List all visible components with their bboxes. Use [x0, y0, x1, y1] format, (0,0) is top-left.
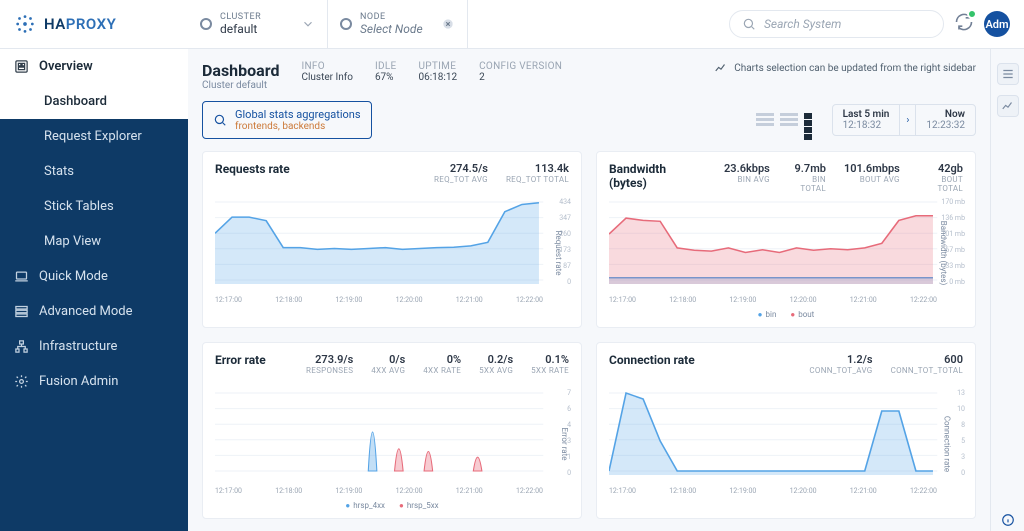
sidebar-item-label: Stats	[44, 164, 74, 179]
sidebar-item-fusion-admin[interactable]: Fusion Admin	[0, 364, 188, 399]
logo-text-a: HA	[44, 15, 66, 33]
sparkline-icon	[1001, 99, 1015, 113]
gear-icon	[14, 374, 29, 389]
sidebar-item-request-explorer[interactable]: Request Explorer	[0, 119, 188, 154]
status-ok-icon	[967, 9, 977, 19]
chevron-right-icon: ›	[899, 105, 916, 135]
view-list-b[interactable]	[780, 113, 798, 127]
charts-note: Charts selection can be updated from the…	[714, 61, 976, 75]
chevron-down-icon	[301, 17, 315, 31]
search-placeholder: Search System	[764, 17, 841, 31]
aggregation-selector[interactable]: Global stats aggregations frontends, bac…	[202, 101, 372, 139]
sidebar-item-stats[interactable]: Stats	[0, 154, 188, 189]
right-panel-list-button[interactable]	[997, 63, 1019, 85]
info-icon	[1001, 513, 1015, 527]
cluster-selector[interactable]: CLUSTER default	[188, 0, 328, 48]
sidebar-item-label: Overview	[39, 59, 93, 74]
node-label: NODE	[360, 12, 423, 22]
node-selector[interactable]: NODE Select Node	[328, 0, 468, 48]
page-subtitle: Cluster default	[202, 80, 279, 91]
radio-icon	[340, 18, 352, 30]
sidebar-item-label: Map View	[44, 234, 101, 249]
sidebar-item-quick-mode[interactable]: Quick Mode	[0, 259, 188, 294]
avatar[interactable]: Adm	[984, 11, 1010, 37]
logo-text-b: PROXY	[66, 15, 117, 33]
logo-icon	[14, 13, 36, 35]
chart-icon	[714, 61, 728, 75]
page-title: Dashboard	[202, 61, 279, 80]
chart-error-rate: 764310 Error rate 12:17:0012:18:0012:19:…	[215, 389, 569, 499]
chart-requests-rate: 434347260173870 Request rate 12:17:0012:…	[215, 198, 569, 308]
sidebar-item-label: Stick Tables	[44, 199, 114, 214]
laptop-icon	[14, 269, 29, 284]
view-grid[interactable]	[804, 113, 822, 127]
radio-icon	[200, 18, 212, 30]
info-button[interactable]	[997, 509, 1019, 531]
card-bandwidth: Bandwidth (bytes) 23.6kbpsBIN AVG 9.7mbB…	[596, 151, 976, 328]
refresh-button[interactable]	[954, 12, 974, 36]
card-title: Bandwidth (bytes)	[609, 162, 704, 190]
sidebar-item-label: Infrastructure	[39, 339, 117, 354]
sidebar-item-infrastructure[interactable]: Infrastructure	[0, 329, 188, 364]
card-title: Requests rate	[215, 162, 290, 176]
sidebar-item-advanced-mode[interactable]: Advanced Mode	[0, 294, 188, 329]
card-error-rate: Error rate 273.9/sRESPONSES 0/s4XX AVG 0…	[202, 342, 582, 519]
cluster-label: CLUSTER	[220, 12, 261, 22]
sidebar-item-stick-tables[interactable]: Stick Tables	[0, 189, 188, 224]
sidebar-item-label: Request Explorer	[44, 129, 142, 144]
node-value: Select Node	[360, 22, 423, 36]
sidebar-item-label: Dashboard	[44, 94, 107, 109]
sidebar-item-dashboard[interactable]: Dashboard	[0, 84, 188, 119]
search-icon	[742, 17, 756, 31]
close-icon[interactable]	[441, 17, 455, 31]
search-icon	[213, 113, 227, 127]
sidebar-item-label: Fusion Admin	[39, 374, 118, 389]
tree-icon	[14, 339, 29, 354]
chart-connection-rate: 13108530 Connection rate 12:17:0012:18:0…	[609, 389, 963, 499]
card-connection-rate: Connection rate 1.2/sCONN_TOT_AVG 600CON…	[596, 342, 976, 519]
list-icon	[1001, 67, 1015, 81]
card-title: Connection rate	[609, 353, 695, 367]
overview-icon	[14, 59, 29, 74]
sidebar-item-label: Advanced Mode	[39, 304, 133, 319]
right-panel-chart-button[interactable]	[997, 95, 1019, 117]
search-input[interactable]: Search System	[729, 10, 944, 38]
logo[interactable]: HA PROXY	[0, 0, 188, 49]
stack-icon	[14, 304, 29, 319]
sidebar-item-overview[interactable]: Overview	[0, 49, 188, 84]
sidebar-item-label: Quick Mode	[39, 269, 108, 284]
chart-bandwidth: 170 mb136 mb101 mb67 mb33 mb0 mb Bandwid…	[609, 198, 963, 308]
view-toggle-group	[756, 113, 822, 127]
card-requests-rate: Requests rate 274.5/sREQ_TOT AVG 113.4kR…	[202, 151, 582, 328]
time-range-selector[interactable]: Last 5 min12:18:32 › Now12:23:32	[832, 104, 976, 136]
view-list-a[interactable]	[756, 113, 774, 127]
card-title: Error rate	[215, 353, 266, 367]
cluster-value: default	[220, 22, 261, 36]
sidebar-item-map-view[interactable]: Map View	[0, 224, 188, 259]
